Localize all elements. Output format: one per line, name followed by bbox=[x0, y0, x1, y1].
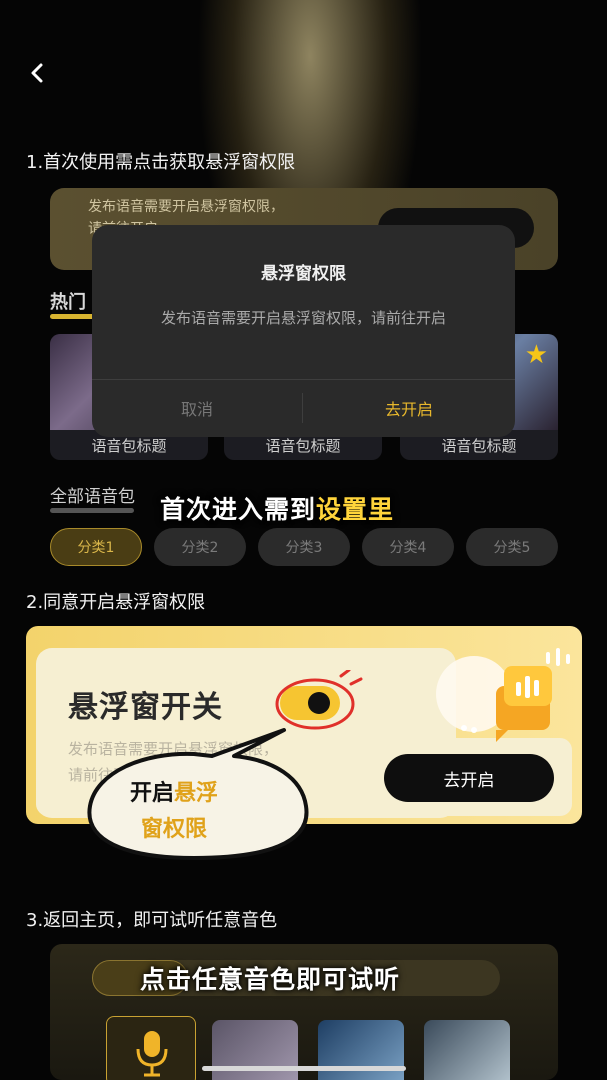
category-chip[interactable]: 分类4 bbox=[362, 528, 454, 566]
bubble-text-highlight-2: 窗权限 bbox=[140, 817, 207, 842]
category-chip[interactable]: 分类2 bbox=[154, 528, 246, 566]
back-button[interactable] bbox=[22, 58, 52, 88]
dialog-confirm-button[interactable]: 去开启 bbox=[303, 379, 515, 437]
highlight-ring-icon bbox=[275, 670, 363, 730]
dialog-message: 发布语音需要开启悬浮窗权限，请前往开启 bbox=[160, 309, 446, 327]
overlay-caption-1-text: 首次进入需到 bbox=[160, 495, 317, 524]
category-chip[interactable]: 分类5 bbox=[466, 528, 558, 566]
bubble-text-highlight-1: 悬浮 bbox=[174, 781, 219, 806]
speech-bubble-text: 开启悬浮窗权限 bbox=[84, 776, 264, 848]
category-chips: 分类1 分类2 分类3 分类4 分类5 bbox=[50, 528, 558, 566]
permission-dialog: 悬浮窗权限 发布语音需要开启悬浮窗权限，请前往开启 取消 去开启 bbox=[92, 225, 515, 437]
step-3-title: 3.返回主页，即可试听任意音色 bbox=[26, 910, 278, 931]
category-chip[interactable]: 分类1 bbox=[50, 528, 142, 566]
mic-tile[interactable] bbox=[106, 1016, 196, 1080]
card-text-1: 发布语音需要开启悬浮窗权限， bbox=[88, 199, 284, 215]
step-1-title: 1.首次使用需点击获取悬浮窗权限 bbox=[26, 152, 296, 173]
step-2-title: 2.同意开启悬浮窗权限 bbox=[26, 592, 206, 613]
home-indicator[interactable] bbox=[202, 1066, 406, 1071]
dialog-title: 悬浮窗权限 bbox=[261, 264, 346, 284]
star-icon: ★ bbox=[524, 340, 548, 370]
open-permission-button[interactable]: 去开启 bbox=[384, 754, 554, 802]
chevron-left-icon bbox=[31, 63, 43, 83]
all-voice-packs-label: 全部语音包 bbox=[50, 487, 135, 507]
hot-section-label: 热门 bbox=[50, 292, 86, 313]
voice-thumb[interactable] bbox=[318, 1020, 404, 1080]
voice-pack-title: 语音包标题 bbox=[441, 437, 517, 455]
floating-window-switch-title: 悬浮窗开关 bbox=[68, 690, 223, 725]
all-voice-packs-underline bbox=[50, 508, 134, 513]
voice-pack-title: 语音包标题 bbox=[265, 437, 341, 455]
overlay-caption-3: 点击任意音色即可试听 bbox=[140, 965, 401, 994]
overlay-caption-1-highlight: 设置里 bbox=[316, 495, 395, 524]
overlay-caption-1: 首次进入需到设置里 bbox=[160, 490, 394, 526]
voice-bubble-icon bbox=[436, 648, 570, 742]
voice-thumb[interactable] bbox=[424, 1020, 510, 1080]
bubble-text-prefix: 开启 bbox=[129, 781, 174, 806]
category-chip[interactable]: 分类3 bbox=[258, 528, 350, 566]
dialog-cancel-button[interactable]: 取消 bbox=[92, 379, 302, 437]
voice-thumb[interactable] bbox=[212, 1020, 298, 1080]
voice-pack-title: 语音包标题 bbox=[91, 437, 167, 455]
microphone-icon bbox=[136, 1031, 168, 1077]
